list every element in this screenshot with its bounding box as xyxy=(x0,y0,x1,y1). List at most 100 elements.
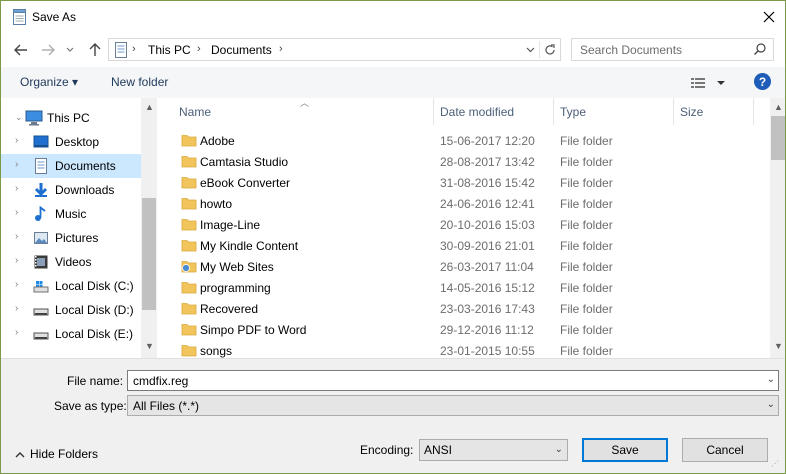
nav-item-label: Downloads xyxy=(55,183,115,197)
documents-icon xyxy=(35,158,47,174)
file-date: 24-06-2016 12:41 xyxy=(440,197,535,211)
expand-arrow-icon[interactable]: › xyxy=(15,135,18,146)
save-button[interactable]: Save xyxy=(582,438,668,462)
organize-button[interactable]: Organize ▾ xyxy=(20,75,78,89)
navigation-pane: ⌄ This PC › Desktop › Documents › Downlo… xyxy=(1,98,157,358)
recent-locations-button[interactable] xyxy=(63,39,77,61)
file-row[interactable]: eBook Converter 31-08-2016 15:42 File fold… xyxy=(165,172,770,193)
address-bar[interactable]: › This PC › Documents › xyxy=(108,38,561,61)
file-name: Image-Line xyxy=(200,218,261,232)
file-row[interactable]: Image-Line 20-10-2016 15:03 File folder xyxy=(165,214,770,235)
nav-item-label: Music xyxy=(55,207,87,221)
collapse-arrow-icon[interactable]: ⌄ xyxy=(15,112,23,123)
cancel-button[interactable]: Cancel xyxy=(682,438,768,462)
scroll-up-icon[interactable]: ▲ xyxy=(774,102,783,112)
file-row[interactable]: Simpo PDF to Word 29-12-2016 11:12 File fo… xyxy=(165,319,770,340)
folder-icon xyxy=(181,219,197,231)
nav-item-music[interactable]: › Music xyxy=(1,202,141,226)
scroll-up-icon[interactable]: ▲ xyxy=(145,102,154,112)
expand-arrow-icon[interactable]: › xyxy=(15,303,18,314)
refresh-icon xyxy=(545,43,555,54)
folder-icon xyxy=(181,135,197,147)
nav-item-pictures[interactable]: › Pictures xyxy=(1,226,141,250)
file-name: howto xyxy=(200,197,233,211)
breadcrumb-this-pc[interactable]: This PC xyxy=(148,43,191,57)
nav-item-label: This PC xyxy=(47,111,90,125)
column-header-size[interactable]: Size xyxy=(674,98,754,125)
up-button[interactable] xyxy=(85,39,105,61)
file-row[interactable]: howto 24-06-2016 12:41 File folder xyxy=(165,193,770,214)
title-bar: Save As xyxy=(1,1,785,34)
save-as-type-select[interactable]: All Files (*.*) ⌄ xyxy=(127,395,779,416)
nav-scrollbar[interactable]: ▲ ▼ xyxy=(141,98,157,358)
expand-arrow-icon[interactable]: › xyxy=(15,159,18,170)
nav-item-local-disk-d[interactable]: › Local Disk (D:) xyxy=(1,298,141,322)
drive-icon xyxy=(33,308,49,316)
file-name: songs xyxy=(200,344,233,358)
file-name: Adobe xyxy=(200,134,235,148)
back-button[interactable] xyxy=(11,39,31,61)
expand-arrow-icon[interactable]: › xyxy=(15,279,18,290)
file-name-value[interactable]: cmdfix.reg xyxy=(133,374,188,388)
nav-item-videos[interactable]: › Videos xyxy=(1,250,141,274)
scroll-down-icon[interactable]: ▼ xyxy=(774,341,783,351)
nav-item-label: Local Disk (D:) xyxy=(55,303,134,317)
column-header-date[interactable]: Date modified xyxy=(434,98,554,125)
encoding-select[interactable]: ANSI ⌄ xyxy=(419,439,568,461)
search-input[interactable] xyxy=(580,42,750,58)
search-box[interactable] xyxy=(571,38,774,61)
nav-item-local-disk-e[interactable]: › Local Disk (E:) xyxy=(1,322,141,346)
close-button[interactable] xyxy=(753,1,785,33)
nav-item-label: Documents xyxy=(55,159,116,173)
hide-folders-button[interactable]: Hide Folders xyxy=(15,447,98,461)
file-list-scrollbar[interactable]: ▲ ▼ xyxy=(770,98,785,358)
expand-arrow-icon[interactable]: › xyxy=(15,327,18,338)
nav-item-label: Videos xyxy=(55,255,92,269)
nav-item-label: Local Disk (C:) xyxy=(55,279,134,293)
column-header-name[interactable]: Name xyxy=(173,98,434,125)
save-as-type-value: All Files (*.*) xyxy=(133,399,200,413)
address-history-dropdown[interactable] xyxy=(522,41,540,58)
file-name: Camtasia Studio xyxy=(200,155,289,169)
resize-grip-icon[interactable]: ⋰ xyxy=(771,459,779,468)
new-folder-button[interactable]: New folder xyxy=(111,75,168,89)
scroll-down-icon[interactable]: ▼ xyxy=(145,341,154,351)
nav-item-desktop[interactable]: › Desktop xyxy=(1,130,141,154)
scroll-thumb[interactable] xyxy=(771,116,785,160)
change-view-button[interactable] xyxy=(690,75,730,91)
nav-item-downloads[interactable]: › Downloads xyxy=(1,178,141,202)
expand-arrow-icon[interactable]: › xyxy=(15,207,18,218)
file-row[interactable]: Adobe 15-06-2017 12:20 File folder xyxy=(165,130,770,151)
file-type: File folder xyxy=(560,176,613,190)
expand-arrow-icon[interactable]: › xyxy=(15,231,18,242)
breadcrumb-documents[interactable]: Documents xyxy=(211,43,272,57)
file-type: File folder xyxy=(560,344,613,358)
file-row[interactable]: Recovered 23-03-2016 17:43 File folder xyxy=(165,298,770,319)
chevron-down-icon[interactable]: ⌄ xyxy=(767,374,775,385)
forward-button[interactable] xyxy=(38,39,58,61)
file-row[interactable]: My Web Sites 26-03-2017 11:04 File folder xyxy=(165,256,770,277)
pictures-icon xyxy=(34,232,48,244)
file-row[interactable]: songs 23-01-2015 10:55 File folder xyxy=(165,340,770,358)
help-button[interactable]: ? xyxy=(754,73,771,90)
file-name-field[interactable]: cmdfix.reg ⌄ xyxy=(127,370,779,391)
scroll-thumb[interactable] xyxy=(142,198,156,310)
nav-item-local-disk-c[interactable]: › Local Disk (C:) xyxy=(1,274,141,298)
file-row[interactable]: My Kindle Content 30-09-2016 21:01 File fo… xyxy=(165,235,770,256)
file-name: My Kindle Content xyxy=(200,239,299,253)
refresh-button[interactable] xyxy=(541,41,559,58)
expand-arrow-icon[interactable]: › xyxy=(15,183,18,194)
file-date: 15-06-2017 12:20 xyxy=(440,134,535,148)
file-row[interactable]: programming 14-05-2016 15:12 File folder xyxy=(165,277,770,298)
chevron-down-icon: ⌄ xyxy=(766,399,775,410)
desktop-icon xyxy=(33,135,49,148)
nav-item-documents[interactable]: › Documents xyxy=(1,154,141,178)
expand-arrow-icon[interactable]: › xyxy=(15,255,18,266)
file-row[interactable]: Camtasia Studio 28-08-2017 13:42 File fold… xyxy=(165,151,770,172)
nav-item-label: Desktop xyxy=(55,135,100,149)
drive-icon xyxy=(33,332,49,340)
details-view-icon xyxy=(691,78,725,88)
column-header-type[interactable]: Type xyxy=(554,98,674,125)
nav-item-this-pc[interactable]: ⌄ This PC xyxy=(1,106,141,130)
command-bar: Organize ▾ New folder ? xyxy=(1,67,785,98)
